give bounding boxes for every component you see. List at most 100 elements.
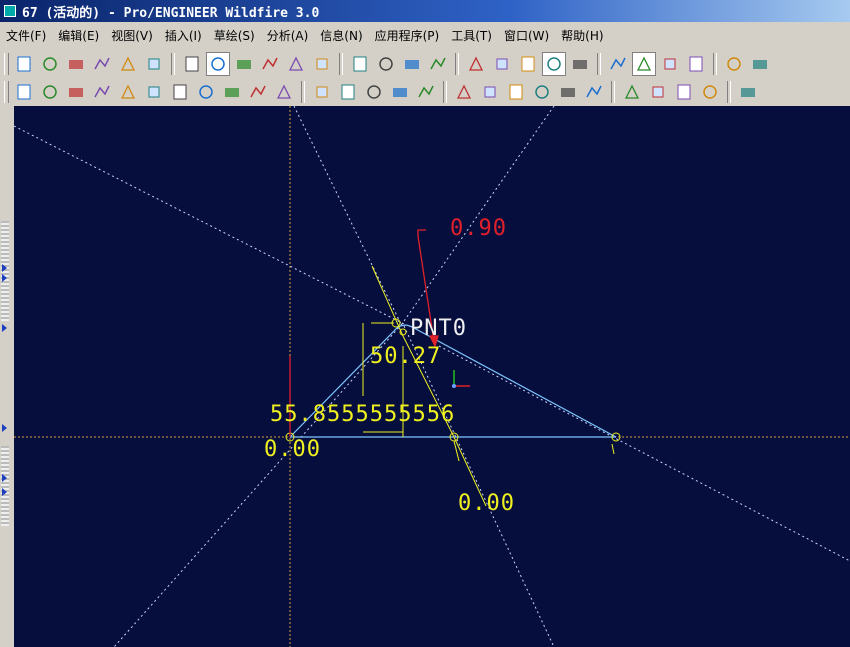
shading-icon[interactable] [542, 52, 566, 76]
toolbar-grip[interactable] [4, 81, 9, 103]
dock-grip[interactable] [1, 446, 9, 526]
saved-views-icon[interactable] [426, 52, 450, 76]
layer-icon[interactable] [400, 52, 424, 76]
orient-icon[interactable] [348, 52, 372, 76]
toolbar-separator [727, 81, 731, 103]
menu-help[interactable]: 帮助(H) [555, 27, 609, 44]
construction-line [293, 106, 403, 327]
curvature-icon[interactable] [168, 80, 192, 104]
sketch-geometry [14, 106, 850, 647]
no-hidden-icon[interactable] [516, 52, 540, 76]
open-file-icon[interactable] [38, 52, 62, 76]
dim-angle-bottom[interactable]: 0.00 [458, 491, 515, 516]
app-icon [4, 5, 16, 17]
save-icon[interactable] [64, 52, 88, 76]
csys-origin [452, 384, 456, 388]
zoom-in-icon[interactable] [258, 52, 282, 76]
sketch-repaint-icon[interactable] [180, 52, 204, 76]
expand-arrow-icon[interactable] [2, 424, 7, 432]
area-icon[interactable] [38, 80, 62, 104]
model-tree-icon[interactable] [568, 52, 592, 76]
send-icon[interactable] [142, 52, 166, 76]
dim-switch-icon[interactable] [362, 80, 386, 104]
datum-point-icon[interactable] [658, 52, 682, 76]
toolbar-grip[interactable] [4, 53, 9, 75]
toolbar-separator [443, 81, 447, 103]
datum-plane-icon[interactable] [606, 52, 630, 76]
expand-arrow-icon[interactable] [2, 324, 7, 332]
menu-view[interactable]: 视图(V) [105, 27, 159, 44]
expand-arrow-icon[interactable] [2, 488, 7, 496]
construction-line [401, 106, 555, 325]
relation-icon[interactable] [336, 80, 360, 104]
print-icon[interactable] [90, 52, 114, 76]
menu-window[interactable]: 窗口(W) [498, 27, 555, 44]
constraint-symbol [611, 443, 615, 455]
toggle-dimension-icon[interactable] [722, 52, 746, 76]
construction-line [438, 345, 850, 562]
info-icon[interactable] [388, 80, 412, 104]
shading-analysis-icon[interactable] [194, 80, 218, 104]
menu-analysis[interactable]: 分析(A) [261, 27, 315, 44]
dim-angle-top[interactable]: 0.90 [450, 216, 507, 241]
check-icon[interactable] [646, 80, 670, 104]
family-table-icon[interactable] [452, 80, 476, 104]
draft-icon[interactable] [220, 80, 244, 104]
point-label[interactable]: PNT0 [410, 316, 467, 341]
wireframe-icon[interactable] [464, 52, 488, 76]
window-icon[interactable] [620, 80, 644, 104]
slope-icon[interactable] [272, 80, 296, 104]
bom-icon[interactable] [582, 80, 606, 104]
camera-icon[interactable] [530, 80, 554, 104]
program-icon[interactable] [478, 80, 502, 104]
constraint-symbol [453, 440, 460, 462]
curve-analysis-icon[interactable] [116, 80, 140, 104]
dimension-icon[interactable] [246, 80, 270, 104]
toolbar-separator [713, 53, 717, 75]
left-dock-strip [0, 106, 12, 647]
zoom-fit-icon[interactable] [232, 52, 256, 76]
construction-line [14, 125, 405, 325]
new-file-icon[interactable] [12, 52, 36, 76]
view-list-icon[interactable] [374, 52, 398, 76]
menu-info[interactable]: 信息(N) [314, 27, 368, 44]
dim-height[interactable]: 50.27 [370, 344, 441, 369]
annotation-icon[interactable] [556, 80, 580, 104]
expand-arrow-icon[interactable] [2, 264, 7, 272]
menu-tools[interactable]: 工具(T) [445, 27, 498, 44]
expand-arrow-icon[interactable] [2, 474, 7, 482]
toolbar-separator [171, 53, 175, 75]
coord-sys-icon[interactable] [684, 52, 708, 76]
refit-icon[interactable] [310, 52, 334, 76]
menu-insert[interactable]: 插入(I) [159, 27, 208, 44]
angle-icon[interactable] [90, 80, 114, 104]
email-icon[interactable] [116, 52, 140, 76]
surface-analysis-icon[interactable] [142, 80, 166, 104]
zoom-out-icon[interactable] [284, 52, 308, 76]
menu-sketch[interactable]: 草绘(S) [208, 27, 261, 44]
diameter-icon[interactable] [64, 80, 88, 104]
select-sketch-icon[interactable] [206, 52, 230, 76]
expand-arrow-icon[interactable] [2, 274, 7, 282]
graphics-canvas[interactable]: 0.90 PNT0 50.27 55.8555555556 0.00 0.00 [14, 106, 850, 647]
menu-applications[interactable]: 应用程序(P) [369, 27, 446, 44]
datum-axis-icon[interactable] [632, 52, 656, 76]
menu-file[interactable]: 文件(F) [0, 27, 52, 44]
dim-left[interactable]: 0.00 [264, 437, 321, 462]
dim-length[interactable]: 55.8555555556 [270, 402, 455, 427]
measure-icon[interactable] [12, 80, 36, 104]
help-context-icon[interactable] [736, 80, 760, 104]
model-player-icon[interactable] [414, 80, 438, 104]
toggle-constraint-icon[interactable] [748, 52, 772, 76]
toolbar-separator [455, 53, 459, 75]
toolbar-separator [301, 81, 305, 103]
render-icon[interactable] [504, 80, 528, 104]
toolbar-separator [339, 53, 343, 75]
close-window-icon[interactable] [672, 80, 696, 104]
smiley-icon[interactable] [698, 80, 722, 104]
menu-edit[interactable]: 编辑(E) [52, 27, 105, 44]
param-icon[interactable] [310, 80, 334, 104]
toolbar-main [0, 50, 850, 78]
toolbar-analysis [0, 78, 850, 106]
hidden-line-icon[interactable] [490, 52, 514, 76]
